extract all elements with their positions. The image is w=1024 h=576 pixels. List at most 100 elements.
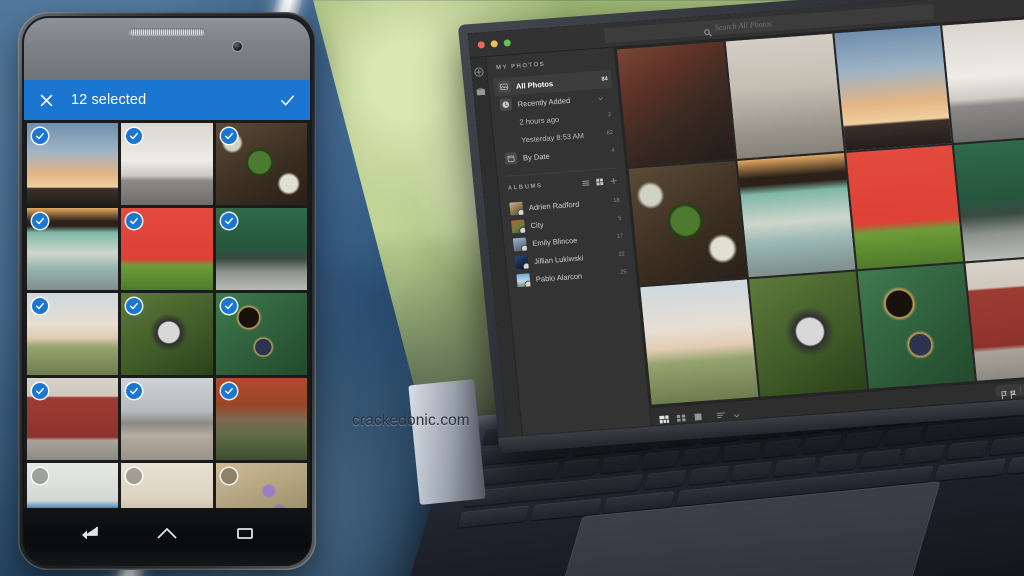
photo-thumbnail-boy-red-wall-window[interactable]: [121, 208, 213, 290]
photo-grid-row: [27, 378, 307, 460]
photos-icon: [497, 80, 511, 94]
photo-thumbnail-hand-holding-cotton[interactable]: [27, 293, 119, 375]
import-icon[interactable]: [475, 84, 487, 96]
phone-bezel: 12 selected: [22, 16, 312, 566]
photo-image: [833, 25, 952, 151]
photo-thumbnail-woman-reading-bedroom[interactable]: [121, 463, 213, 508]
sidebar-item-label: All Photos: [515, 78, 554, 91]
photo-image: [640, 279, 759, 405]
laptop-screen: MY PHOTOS All Photos 84 Recently Added 2 ho…: [467, 0, 1024, 437]
key: [721, 442, 762, 462]
selected-check-icon[interactable]: [220, 128, 237, 144]
selected-check-icon[interactable]: [220, 383, 237, 399]
laptop-lid: MY PHOTOS All Photos 84 Recently Added 2 ho…: [457, 0, 1024, 453]
calendar-icon: [504, 152, 518, 165]
key: [802, 434, 843, 454]
close-icon[interactable]: [38, 92, 55, 109]
nav-home-icon[interactable]: [154, 523, 180, 543]
unselected-circle-icon[interactable]: [220, 468, 237, 484]
photo-thumbnail-autumn-brownstone-steps[interactable]: [215, 378, 307, 460]
photo-thumbnail-boy-red-wall-window[interactable]: [845, 144, 964, 270]
view-single-icon[interactable]: [692, 409, 703, 421]
key: [883, 426, 924, 446]
sidebar-item-label: By Date: [522, 151, 551, 163]
key: [945, 440, 989, 460]
key: [902, 444, 946, 464]
sync-badge-icon: [521, 244, 528, 251]
sidebar-item-count: 4: [611, 147, 616, 155]
photo-image: [942, 17, 1024, 143]
search-icon: [702, 23, 712, 37]
key: [643, 469, 687, 490]
album-thumbnail: [511, 219, 526, 234]
key: [457, 505, 530, 528]
android-navigation-bar: [24, 508, 310, 566]
photo-thumbnail-green-room-workshop[interactable]: [215, 208, 307, 290]
view-detail-icon[interactable]: [658, 411, 670, 424]
photo-thumbnail-two-women-red-door[interactable]: [27, 378, 119, 460]
photo-thumbnail-people-on-bench-mural[interactable]: [942, 17, 1024, 143]
photo-image: [857, 263, 976, 389]
photo-thumbnail-two-women-red-door[interactable]: [965, 255, 1024, 381]
desktop-photo-grid: [615, 16, 1024, 407]
selection-app-bar: 12 selected: [24, 80, 310, 120]
grid-view-icon[interactable]: [595, 178, 604, 187]
content-area: ★ ★ ★ ★ ★: [614, 15, 1024, 426]
photo-thumbnail-green-room-workshop[interactable]: [954, 136, 1024, 262]
sort-icon[interactable]: [715, 407, 726, 419]
selected-check-icon[interactable]: [220, 213, 237, 229]
window-zoom-icon[interactable]: [503, 38, 512, 47]
window-close-icon[interactable]: [477, 40, 486, 49]
screenshot-stage: 12 selected Search All Photos MY PHOTOS …: [0, 0, 1024, 576]
photo-thumbnail-hand-holding-portrait[interactable]: [748, 271, 867, 397]
photo-thumbnail-people-on-bench-mural[interactable]: [121, 123, 213, 205]
nav-recents-icon[interactable]: [232, 523, 258, 543]
photo-thumbnail-coffee-blueberries-flatlay[interactable]: [857, 263, 976, 389]
photo-thumbnail-hand-holding-portrait[interactable]: [121, 293, 213, 375]
view-grid-icon[interactable]: [675, 410, 686, 423]
unselected-circle-icon[interactable]: [32, 468, 48, 484]
android-phone-device: 12 selected: [18, 12, 316, 570]
flag-group: [999, 385, 1022, 400]
selected-check-icon[interactable]: [220, 298, 237, 314]
photo-thumbnail-ok-storefront-kitchen[interactable]: [27, 208, 119, 290]
key: [859, 448, 903, 469]
albums-list: Adrien Radford 18 City 5 Emily Blincoe 17 Jill…: [500, 191, 636, 290]
search-input[interactable]: [714, 13, 835, 32]
selected-check-icon[interactable]: [32, 128, 48, 144]
photo-thumbnail-man-sitting-fire-escape[interactable]: [616, 41, 735, 167]
photo-image: [725, 33, 844, 159]
album-item-label: Pablo Alarcon: [535, 271, 583, 284]
photo-thumbnail-ok-storefront-kitchen[interactable]: [737, 152, 856, 278]
photo-thumbnail-purple-wildflowers[interactable]: [215, 463, 307, 508]
key: [773, 457, 816, 477]
check-icon[interactable]: [279, 92, 296, 109]
sidebar-divider: [506, 167, 617, 177]
flag-pick-icon[interactable]: [1000, 387, 1008, 400]
photo-thumbnail-skillet-greens-table[interactable]: [215, 123, 307, 205]
album-item-label: Emily Blincoe: [531, 235, 578, 248]
window-minimize-icon[interactable]: [490, 39, 499, 48]
selected-check-icon[interactable]: [32, 383, 48, 399]
selected-check-icon[interactable]: [32, 298, 48, 314]
add-icon[interactable]: [473, 64, 485, 77]
photo-thumbnail-woman-sitting-street[interactable]: [725, 33, 844, 159]
chevron-down-icon[interactable]: [732, 406, 740, 418]
photo-thumbnail-jumping-man-sunset[interactable]: [27, 123, 119, 205]
photo-thumbnail-jumping-man-sunset[interactable]: [833, 25, 952, 151]
photo-thumbnail-coffee-blueberries-flatlay[interactable]: [215, 293, 307, 375]
chevron-down-icon[interactable]: [597, 95, 604, 101]
nav-back-icon[interactable]: [76, 523, 102, 543]
front-camera-icon: [233, 42, 242, 51]
photo-thumbnail-skillet-greens-table[interactable]: [628, 160, 747, 286]
app-body: MY PHOTOS All Photos 84 Recently Added 2 ho…: [470, 15, 1024, 437]
photo-thumbnail-hand-holding-cotton[interactable]: [640, 279, 759, 405]
flag-reject-icon[interactable]: [1009, 386, 1017, 399]
photo-thumbnail-graffiti-blue-garage[interactable]: [27, 463, 119, 508]
selected-check-icon[interactable]: [32, 213, 48, 229]
plus-icon[interactable]: [609, 177, 618, 186]
photo-thumbnail-tree-lined-street[interactable]: [121, 378, 213, 460]
list-view-icon[interactable]: [581, 179, 590, 188]
key: [816, 453, 860, 473]
photo-grid-row: [27, 208, 307, 290]
